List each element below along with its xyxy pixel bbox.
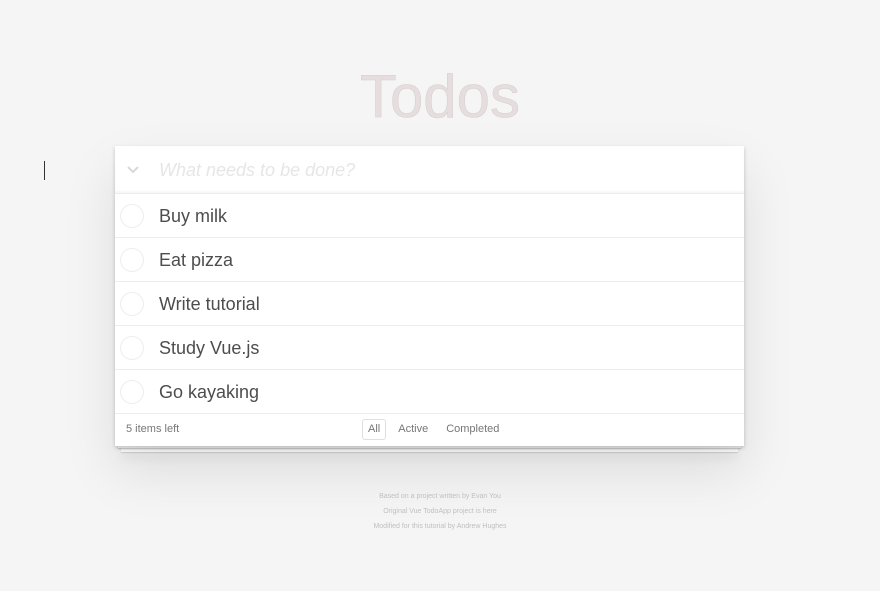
filter-active[interactable]: Active <box>392 419 434 440</box>
todo-label[interactable]: Write tutorial <box>159 282 260 326</box>
todo-item: Buy milk <box>115 194 744 238</box>
todo-label[interactable]: Buy milk <box>159 194 227 238</box>
todo-checkbox[interactable] <box>120 204 144 228</box>
todo-item: Write tutorial <box>115 282 744 326</box>
info-footer: Based on a project written by Evan You O… <box>0 489 880 534</box>
chevron-down-icon <box>127 166 139 174</box>
new-todo-input[interactable] <box>159 146 744 194</box>
info-line-original: Original Vue TodoApp project is here <box>383 508 497 515</box>
todo-item: Go kayaking <box>115 370 744 414</box>
todo-item: Study Vue.js <box>115 326 744 370</box>
todo-checkbox[interactable] <box>120 380 144 404</box>
info-line-author: Based on a project written by Evan You <box>379 493 501 500</box>
items-left-count: 5 items left <box>126 423 180 435</box>
todo-label[interactable]: Go kayaking <box>159 370 259 414</box>
todo-app: Buy milk Eat pizza Write tutorial Study … <box>115 146 744 446</box>
todo-footer: 5 items left All Active Completed <box>115 414 744 446</box>
info-line-modified: Modified for this tutorial by Andrew Hug… <box>373 523 507 530</box>
todo-item: Eat pizza <box>115 238 744 282</box>
todo-checkbox[interactable] <box>120 292 144 316</box>
filter-completed[interactable]: Completed <box>440 419 505 440</box>
todo-label[interactable]: Study Vue.js <box>159 326 259 370</box>
todo-header <box>115 146 744 194</box>
toggle-all-button[interactable] <box>115 146 151 194</box>
filter-list: All Active Completed <box>362 419 505 440</box>
page-title: Todos <box>359 63 521 131</box>
todo-checkbox[interactable] <box>120 248 144 272</box>
todo-list: Buy milk Eat pizza Write tutorial Study … <box>115 194 744 414</box>
todo-checkbox[interactable] <box>120 336 144 360</box>
todo-label[interactable]: Eat pizza <box>159 238 233 282</box>
filter-all[interactable]: All <box>362 419 387 440</box>
text-caret <box>44 161 45 180</box>
